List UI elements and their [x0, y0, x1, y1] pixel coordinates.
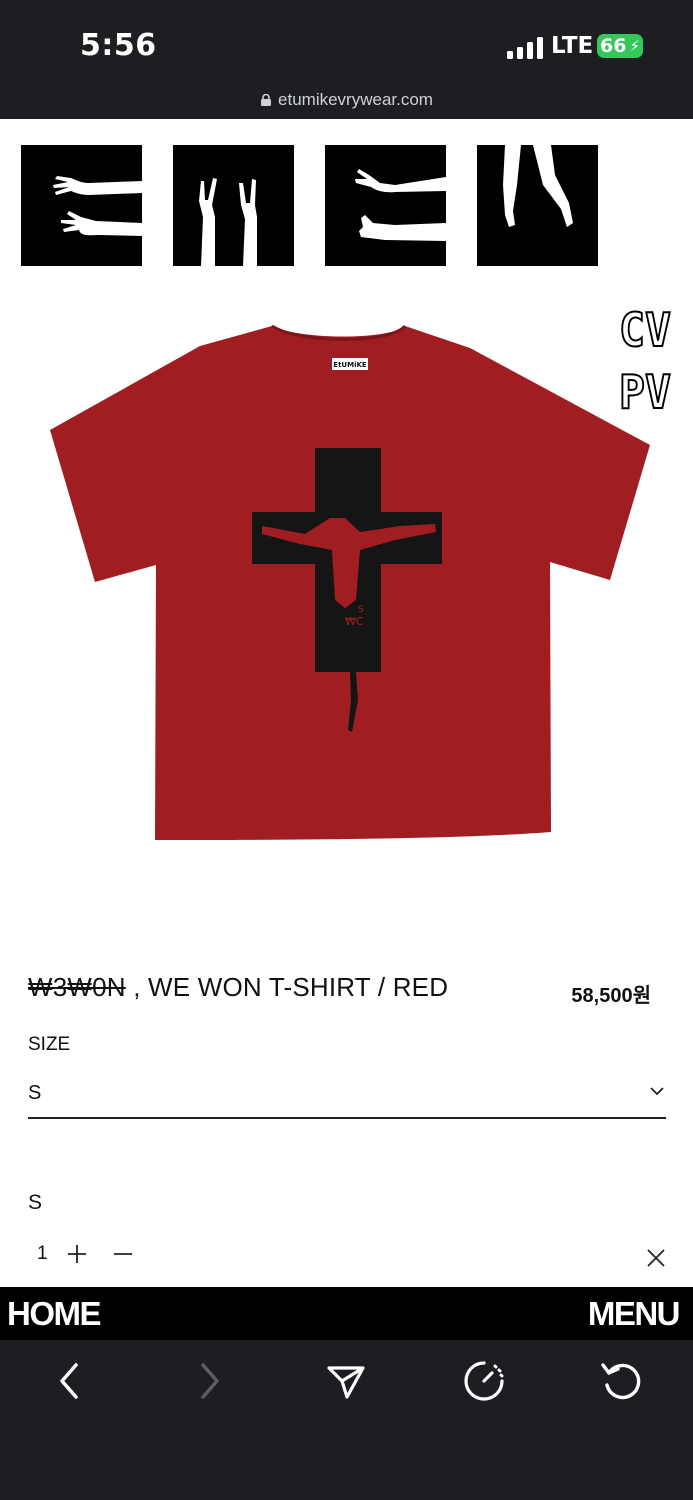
- hands-pointing-icon[interactable]: [325, 145, 446, 266]
- increase-quantity-button[interactable]: [65, 1242, 89, 1266]
- size-label: SIZE: [28, 1034, 71, 1055]
- menu-link[interactable]: MENU: [588, 1295, 681, 1333]
- url-text: etumikevrywear.com: [278, 90, 433, 109]
- quantity-value: 1: [37, 1243, 48, 1264]
- url-display[interactable]: etumikevrywear.com: [0, 90, 693, 110]
- address-bar[interactable]: etumikevrywear.com: [0, 90, 693, 119]
- decrease-quantity-button[interactable]: [111, 1242, 135, 1266]
- svg-text:₩C: ₩C: [345, 615, 364, 628]
- product-title-rest: , WE WON T-SHIRT / RED: [125, 972, 449, 1002]
- remove-option-button[interactable]: [645, 1247, 667, 1269]
- share-send-icon[interactable]: [324, 1359, 368, 1403]
- selected-option-size: S: [28, 1191, 43, 1214]
- hands-reaching-icon[interactable]: [21, 145, 142, 266]
- category-icon-row: CV PV: [0, 145, 693, 412]
- speed-dial-icon[interactable]: [462, 1359, 506, 1403]
- size-select-value: S: [28, 1082, 42, 1104]
- battery-icon: 66 ⚡: [597, 34, 643, 58]
- cellular-signal-icon: [507, 37, 543, 59]
- reload-icon[interactable]: [599, 1359, 643, 1403]
- product-title: ₩3₩0N , WE WON T-SHIRT / RED: [28, 972, 448, 1003]
- status-bar: 5:56 LTE 66 ⚡: [0, 0, 693, 90]
- product-price: 58,500원: [571, 985, 651, 1007]
- brand-tag-text: EtUMiKE: [333, 361, 367, 369]
- chevron-down-icon: [650, 1087, 664, 1096]
- legs-heels-icon[interactable]: [477, 145, 598, 266]
- product-title-strike: ₩3₩0N: [28, 972, 126, 1002]
- lock-icon: [261, 94, 272, 106]
- size-select[interactable]: S: [28, 1072, 666, 1119]
- quantity-stepper: 1: [28, 1237, 673, 1271]
- svg-text:S: S: [358, 605, 364, 615]
- browser-toolbar: [0, 1340, 693, 1500]
- forward-arrow-icon[interactable]: [187, 1359, 231, 1403]
- hands-rock-sign-icon[interactable]: [173, 145, 294, 266]
- network-type: LTE: [551, 33, 594, 59]
- battery-level: 66: [600, 35, 627, 57]
- clock: 5:56: [80, 28, 157, 63]
- back-arrow-icon[interactable]: [48, 1359, 92, 1403]
- site-nav-bar: HOME MENU: [0, 1287, 693, 1340]
- charging-bolt-icon: ⚡: [629, 37, 640, 55]
- home-link[interactable]: HOME: [7, 1295, 102, 1333]
- product-image[interactable]: EtUMiKE ₩C S: [0, 300, 693, 860]
